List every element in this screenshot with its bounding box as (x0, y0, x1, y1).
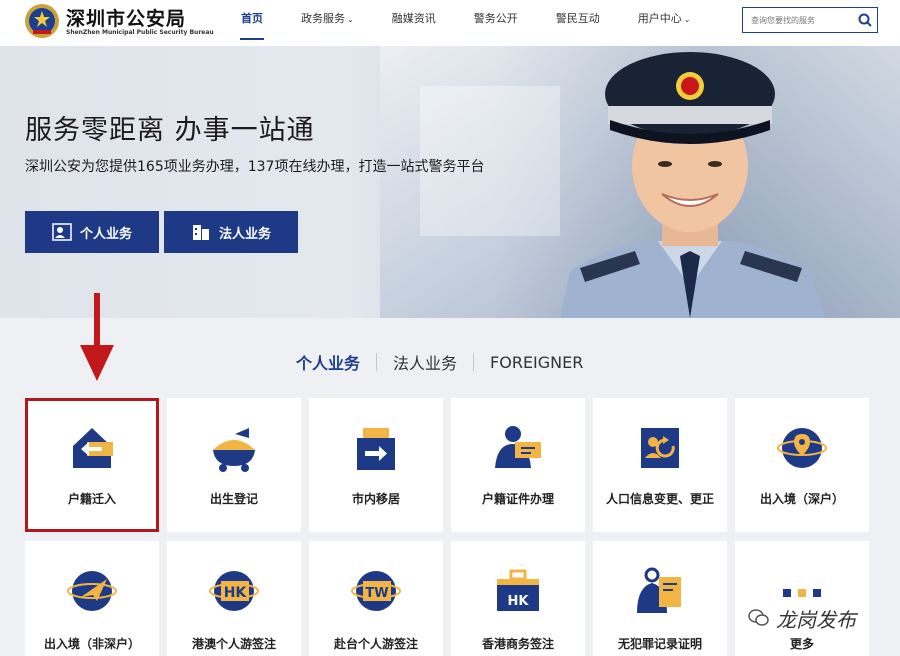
hero-subtitle: 深圳公安为您提供165项业务办理，137项在线办理，打造一站式警务平台 (25, 159, 485, 175)
site-header: 深圳市公安局 ShenZhen Municipal Public Securit… (0, 0, 900, 46)
hk-globe-icon: HK (209, 571, 259, 611)
police-emblem-icon[interactable] (24, 3, 60, 39)
svg-text:HK: HK (508, 594, 530, 609)
nav-gov-services[interactable]: 政务服务 ⌄ (282, 0, 373, 46)
card-label: 市内移居 (351, 492, 400, 506)
service-card-household-id[interactable]: 户籍证件办理 (451, 398, 585, 532)
card-label: 户籍证件办理 (481, 492, 554, 506)
main-nav: 首页 政务服务 ⌄ 融媒资讯 警务公开 警民互动 用户中心 ⌄ (222, 0, 709, 46)
tab-foreigner[interactable]: FOREIGNER (490, 353, 583, 372)
card-label: 出入境（非深户） (43, 637, 140, 651)
service-card-exit-entry-sz[interactable]: 出入境（深户） (735, 398, 869, 532)
card-label: 更多 (789, 637, 814, 651)
service-card-taiwan-visa[interactable]: TW 赴台个人游签注 (309, 541, 443, 656)
chevron-down-icon: ⌄ (347, 15, 354, 24)
brand-subtitle: ShenZhen Municipal Public Security Burea… (66, 29, 214, 36)
brand-name[interactable]: 深圳市公安局 (66, 4, 186, 31)
personal-services-label: 个人业务 (79, 226, 132, 242)
nav-media-news[interactable]: 融媒资讯 (373, 0, 455, 46)
id-card-icon (52, 223, 72, 241)
service-card-hk-business-visa[interactable]: HK 香港商务签注 (451, 541, 585, 656)
service-card-no-criminal-record[interactable]: 无犯罪记录证明 (593, 541, 727, 656)
card-label: 出生登记 (209, 492, 258, 506)
personal-services-button[interactable]: 个人业务 (25, 211, 159, 253)
card-label: 人口信息变更、更正 (605, 492, 714, 506)
watermark: 龙岗发布 (748, 603, 856, 633)
service-card-birth-registration[interactable]: 出生登记 (167, 398, 301, 532)
house-arrow-icon (73, 428, 113, 468)
info-change-icon (641, 428, 679, 468)
service-card-hk-macau-visa[interactable]: HK 港澳个人游签注 (167, 541, 301, 656)
hero-banner: 服务零距离 办事一站通 深圳公安为您提供165项业务办理，137项在线办理，打造… (0, 46, 900, 318)
person-card-icon (495, 426, 541, 468)
service-tabs: 个人业务 法人业务 FOREIGNER (296, 350, 583, 374)
tab-personal[interactable]: 个人业务 (296, 350, 360, 374)
police-officer-photo (560, 52, 825, 318)
nav-user-center[interactable]: 用户中心 ⌄ (619, 0, 710, 46)
search-icon[interactable] (857, 12, 873, 28)
card-label: 户籍迁入 (67, 492, 116, 506)
tab-divider (376, 353, 378, 371)
svg-text:TW: TW (365, 586, 388, 601)
service-card-info-change[interactable]: 人口信息变更、更正 (593, 398, 727, 532)
tab-legal[interactable]: 法人业务 (393, 350, 457, 374)
chevron-down-icon: ⌄ (683, 15, 691, 24)
tw-globe-icon: TW (351, 571, 401, 611)
nav-police-public-interaction[interactable]: 警民互动 (537, 0, 619, 46)
svg-text:HK: HK (224, 585, 248, 601)
service-card-city-relocation[interactable]: 市内移居 (309, 398, 443, 532)
wechat-icon (748, 609, 769, 626)
red-down-arrow-icon (80, 293, 114, 381)
tab-divider (473, 353, 475, 371)
legal-services-button[interactable]: 法人业务 (164, 211, 298, 253)
globe-pin-icon (777, 428, 827, 468)
globe-plane-icon (67, 571, 117, 611)
service-card-household-move-in[interactable]: 户籍迁入 (25, 398, 159, 532)
search-input[interactable] (743, 8, 851, 32)
certificate-icon (637, 567, 681, 613)
service-card-exit-entry-non-sz[interactable]: 出入境（非深户） (25, 541, 159, 656)
card-label: 港澳个人游签注 (191, 637, 276, 651)
nav-police-affairs[interactable]: 警务公开 (455, 0, 537, 46)
search-box (742, 7, 878, 33)
nav-home[interactable]: 首页 (222, 0, 282, 46)
card-label: 赴台个人游签注 (333, 637, 418, 651)
hero-title: 服务零距离 办事一站通 (25, 115, 315, 146)
card-label: 无犯罪记录证明 (617, 637, 702, 651)
service-card-more[interactable]: 更多 (735, 541, 869, 656)
cradle-icon (213, 428, 255, 472)
building-icon (192, 225, 209, 240)
move-arrow-icon (357, 428, 395, 470)
hk-briefcase-icon: HK (497, 569, 539, 611)
watermark-text: 龙岗发布 (776, 607, 856, 632)
card-label: 出入境（深户） (759, 492, 844, 506)
card-label: 香港商务签注 (481, 637, 554, 651)
legal-services-label: 法人业务 (218, 226, 271, 242)
